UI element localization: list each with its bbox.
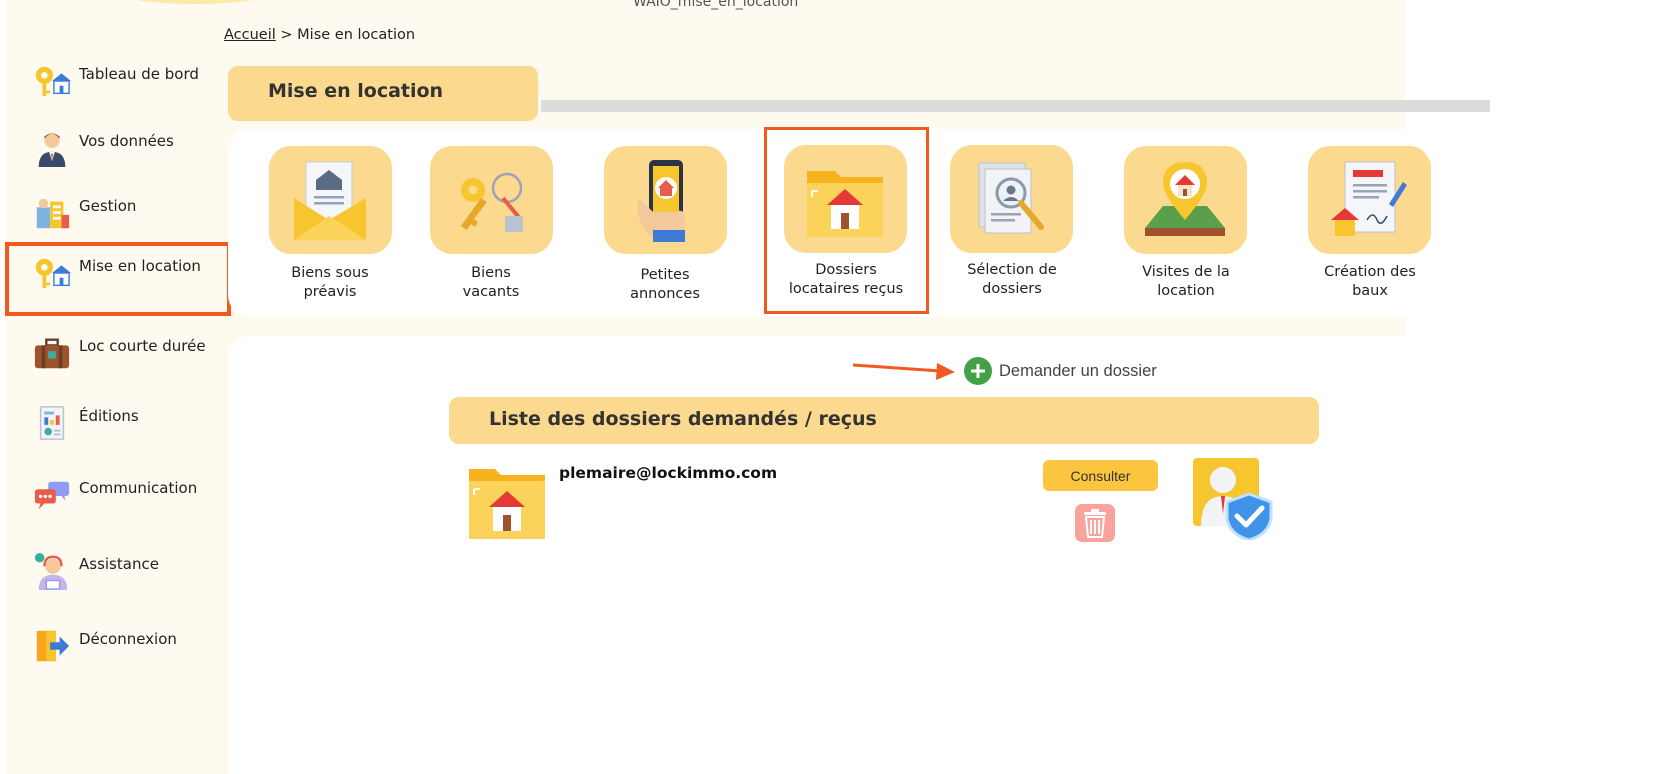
list-header: Liste des dossiers demandés / reçus: [449, 397, 1319, 444]
breadcrumb-home-link[interactable]: Accueil: [224, 27, 276, 43]
add-icon: [964, 357, 992, 385]
tile-icon-box: [1124, 146, 1247, 254]
tile-caption: Visites de la location: [1142, 264, 1230, 299]
logo-blob: [115, 0, 275, 4]
management-icon: [36, 198, 70, 229]
validated-user-icon[interactable]: [1193, 458, 1275, 540]
tile-icon-box: [950, 145, 1073, 253]
suitcase-icon: [34, 338, 70, 369]
sidebar: Tableau de bord Vos données Gestion Mise…: [5, 50, 231, 774]
key-house-icon: [35, 66, 71, 97]
consulter-button[interactable]: Consulter: [1043, 460, 1158, 491]
sidebar-item-mise-en-location[interactable]: Mise en location: [5, 242, 231, 316]
dossier-email: plemaire@lockimmo.com: [559, 464, 778, 482]
section-title: Mise en location: [228, 66, 538, 121]
tile-highlight: [764, 127, 929, 314]
keys-icon: [461, 172, 523, 232]
sidebar-item-label: Mise en location: [79, 257, 201, 275]
section-divider: [541, 100, 1490, 112]
section-title-text: Mise en location: [268, 80, 444, 102]
tile-caption: Biens sous préavis: [291, 265, 369, 300]
tile-icon-box: [604, 146, 727, 254]
tile-icon-box: [1308, 146, 1431, 254]
sidebar-item-label: Communication: [79, 479, 198, 497]
tile-icon-box: [430, 146, 553, 254]
support-agent-icon: [34, 552, 68, 590]
tile-caption: Création des baux: [1324, 264, 1416, 299]
sidebar-item-loc-courte-duree[interactable]: Loc courte durée: [5, 322, 231, 392]
sidebar-item-label: Déconnexion: [79, 630, 177, 648]
demander-un-dossier-label: Demander un dossier: [999, 362, 1157, 380]
sidebar-item-label: Vos données: [79, 132, 174, 150]
trash-icon[interactable]: [1075, 504, 1115, 542]
tile-caption: Sélection de dossiers: [967, 262, 1057, 297]
sidebar-item-vos-donnees[interactable]: Vos données: [5, 117, 231, 187]
notice-envelope-icon: [294, 161, 366, 240]
sidebar-item-communication[interactable]: Communication: [5, 464, 231, 534]
breadcrumb-current: Mise en location: [297, 27, 416, 43]
location-pin-house-icon: [1145, 162, 1225, 236]
breadcrumb-separator: >: [275, 27, 298, 43]
arrow-annotation-icon: [853, 363, 955, 380]
tile-caption: Petites annonces: [630, 267, 700, 302]
phone-house-icon: [637, 160, 685, 242]
sidebar-item-tableau-de-bord[interactable]: Tableau de bord: [5, 50, 231, 120]
tile-icon-box: [269, 146, 392, 254]
tile-caption: Biens vacants: [462, 265, 520, 300]
contract-icon: [1331, 161, 1407, 236]
sidebar-item-deconnexion[interactable]: Déconnexion: [5, 615, 231, 685]
logout-icon: [36, 630, 70, 662]
key-house-icon: [35, 258, 71, 289]
list-title: Liste des dossiers demandés / reçus: [489, 408, 877, 430]
user-icon: [38, 132, 66, 167]
breadcrumb: Accueil > Mise en location: [224, 27, 415, 43]
list-item: plemaire@lockimmo.com Consulter: [449, 455, 1319, 545]
report-icon: [39, 406, 65, 440]
window-title: WAIO_mise_en_location: [633, 0, 799, 10]
folder-house-icon: [469, 469, 545, 539]
sidebar-item-label: Loc courte durée: [79, 337, 206, 355]
sidebar-item-label: Gestion: [79, 197, 137, 215]
sidebar-item-label: Assistance: [79, 555, 159, 573]
document-search-icon: [978, 162, 1044, 234]
sidebar-item-label: Éditions: [79, 407, 139, 425]
sidebar-item-assistance[interactable]: Assistance: [5, 540, 231, 610]
sidebar-item-editions[interactable]: Éditions: [5, 392, 231, 462]
sidebar-item-label: Tableau de bord: [79, 65, 199, 83]
chat-icon: [34, 481, 70, 510]
